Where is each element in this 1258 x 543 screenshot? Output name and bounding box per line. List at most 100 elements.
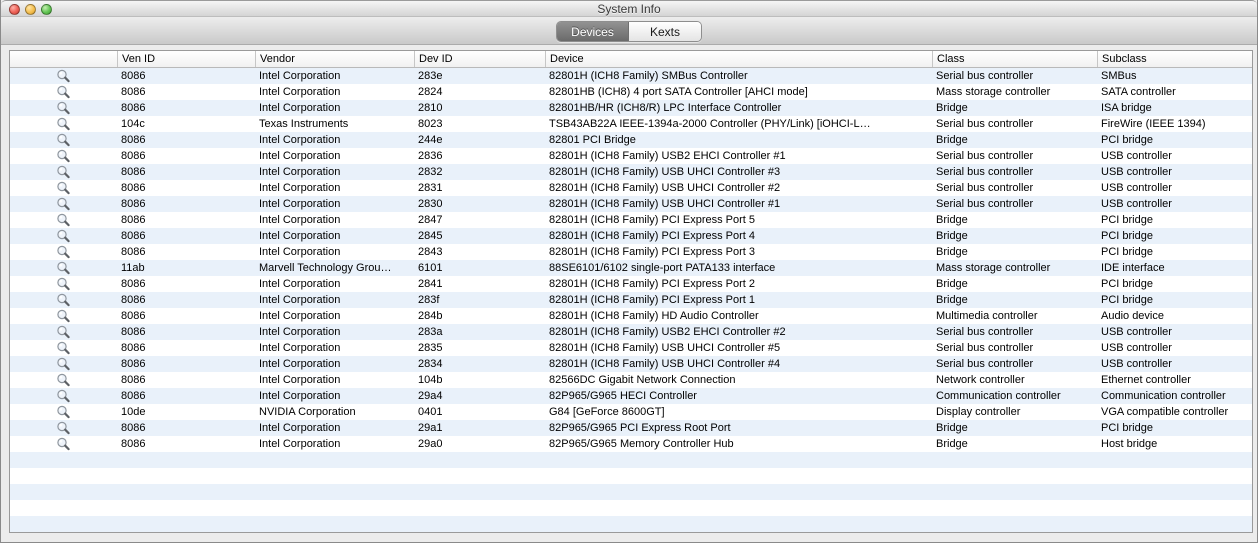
cell-subclass: VGA compatible controller: [1101, 406, 1229, 418]
magnifier-icon[interactable]: [56, 357, 71, 371]
magnifier-icon[interactable]: [56, 133, 71, 147]
cell-device: 82801H (ICH8 Family) PCI Express Port 3: [549, 246, 756, 258]
table-row[interactable]: 8086 Intel Corporation 29a4 82P965/G965 …: [10, 388, 1252, 404]
cell-vendor: NVIDIA Corporation: [259, 406, 356, 418]
cell-vendor: Intel Corporation: [259, 198, 341, 210]
magnifier-icon[interactable]: [56, 309, 71, 323]
column-header-dev-id[interactable]: Dev ID: [414, 51, 545, 67]
magnifier-icon[interactable]: [56, 405, 71, 419]
row-detail-cell: [10, 356, 117, 372]
cell-device: 82801H (ICH8 Family) USB UHCI Controller…: [549, 182, 781, 194]
magnifier-icon[interactable]: [56, 421, 71, 435]
cell-class: Serial bus controller: [936, 166, 1034, 178]
title-bar[interactable]: System Info: [1, 0, 1257, 17]
magnifier-icon[interactable]: [56, 69, 71, 83]
cell-vendor: Intel Corporation: [259, 166, 341, 178]
table-row[interactable]: 8086 Intel Corporation 2830 82801H (ICH8…: [10, 196, 1252, 212]
column-header-icon[interactable]: [10, 51, 117, 67]
magnifier-icon[interactable]: [56, 245, 71, 259]
cell-device: 82801H (ICH8 Family) HD Audio Controller: [549, 310, 759, 322]
table-row[interactable]: 8086 Intel Corporation 283a 82801H (ICH8…: [10, 324, 1252, 340]
cell-subclass: Host bridge: [1101, 438, 1158, 450]
table-row[interactable]: 104c Texas Instruments 8023 TSB43AB22A I…: [10, 116, 1252, 132]
cell-class: Bridge: [936, 294, 968, 306]
cell-subclass: USB controller: [1101, 326, 1172, 338]
table-row[interactable]: 8086 Intel Corporation 2831 82801H (ICH8…: [10, 180, 1252, 196]
table-row[interactable]: 8086 Intel Corporation 283f 82801H (ICH8…: [10, 292, 1252, 308]
magnifier-icon[interactable]: [56, 117, 71, 131]
cell-class: Serial bus controller: [936, 150, 1034, 162]
cell-subclass: PCI bridge: [1101, 278, 1153, 290]
magnifier-icon[interactable]: [56, 213, 71, 227]
column-header-class[interactable]: Class: [932, 51, 1097, 67]
table-header: Ven ID Vendor Dev ID Device Class Subcla…: [10, 51, 1252, 68]
column-header-vendor[interactable]: Vendor: [255, 51, 414, 67]
cell-vendor: Marvell Technology Grou…: [259, 262, 392, 274]
table-row[interactable]: 8086 Intel Corporation 29a1 82P965/G965 …: [10, 420, 1252, 436]
magnifier-icon[interactable]: [56, 437, 71, 451]
magnifier-icon[interactable]: [56, 197, 71, 211]
table-row[interactable]: 8086 Intel Corporation 29a0 82P965/G965 …: [10, 436, 1252, 452]
magnifier-icon[interactable]: [56, 181, 71, 195]
table-row[interactable]: 8086 Intel Corporation 244e 82801 PCI Br…: [10, 132, 1252, 148]
column-header-subclass[interactable]: Subclass: [1097, 51, 1252, 67]
table-row[interactable]: 8086 Intel Corporation 2843 82801H (ICH8…: [10, 244, 1252, 260]
cell-device: 88SE6101/6102 single-port PATA133 interf…: [549, 262, 776, 274]
cell-ven-id: 8086: [121, 86, 146, 98]
table-row[interactable]: 8086 Intel Corporation 2810 82801HB/HR (…: [10, 100, 1252, 116]
magnifier-icon[interactable]: [56, 261, 71, 275]
magnifier-icon[interactable]: [56, 341, 71, 355]
magnifier-icon[interactable]: [56, 101, 71, 115]
cell-ven-id: 8086: [121, 374, 146, 386]
table-row[interactable]: 8086 Intel Corporation 104b 82566DC Giga…: [10, 372, 1252, 388]
tab-kexts[interactable]: Kexts: [629, 22, 701, 41]
cell-subclass: USB controller: [1101, 166, 1172, 178]
magnifier-icon[interactable]: [56, 277, 71, 291]
table-row[interactable]: 8086 Intel Corporation 2847 82801H (ICH8…: [10, 212, 1252, 228]
table-row[interactable]: 11ab Marvell Technology Grou… 6101 88SE6…: [10, 260, 1252, 276]
table-row[interactable]: 8086 Intel Corporation 2835 82801H (ICH8…: [10, 340, 1252, 356]
cell-vendor: Intel Corporation: [259, 422, 341, 434]
cell-ven-id: 8086: [121, 150, 146, 162]
cell-device: 82801HB/HR (ICH8/R) LPC Interface Contro…: [549, 102, 782, 114]
magnifier-icon[interactable]: [56, 389, 71, 403]
table-body[interactable]: 8086 Intel Corporation 283e 82801H (ICH8…: [10, 68, 1252, 532]
cell-vendor: Intel Corporation: [259, 438, 341, 450]
cell-vendor: Intel Corporation: [259, 150, 341, 162]
column-header-device[interactable]: Device: [545, 51, 932, 67]
table-row[interactable]: 8086 Intel Corporation 2834 82801H (ICH8…: [10, 356, 1252, 372]
magnifier-icon[interactable]: [56, 325, 71, 339]
table-row[interactable]: 10de NVIDIA Corporation 0401 G84 [GeForc…: [10, 404, 1252, 420]
magnifier-icon[interactable]: [56, 165, 71, 179]
system-info-window: System Info Devices Kexts Ven ID Vendor …: [0, 0, 1258, 543]
row-detail-cell: [10, 436, 117, 452]
cell-class: Serial bus controller: [936, 182, 1034, 194]
cell-vendor: Intel Corporation: [259, 342, 341, 354]
table-row[interactable]: 8086 Intel Corporation 284b 82801H (ICH8…: [10, 308, 1252, 324]
cell-dev-id: 6101: [418, 262, 443, 274]
magnifier-icon[interactable]: [56, 293, 71, 307]
toolbar: Devices Kexts: [1, 17, 1257, 45]
magnifier-icon[interactable]: [56, 85, 71, 99]
cell-subclass: SATA controller: [1101, 86, 1176, 98]
table-row[interactable]: 8086 Intel Corporation 2841 82801H (ICH8…: [10, 276, 1252, 292]
cell-ven-id: 8086: [121, 182, 146, 194]
row-detail-cell: [10, 404, 117, 420]
table-row[interactable]: 8086 Intel Corporation 2824 82801HB (ICH…: [10, 84, 1252, 100]
table-row[interactable]: 8086 Intel Corporation 283e 82801H (ICH8…: [10, 68, 1252, 84]
table-row[interactable]: 8086 Intel Corporation 2836 82801H (ICH8…: [10, 148, 1252, 164]
row-detail-cell: [10, 164, 117, 180]
cell-subclass: Ethernet controller: [1101, 374, 1191, 386]
cell-device: 82801H (ICH8 Family) USB UHCI Controller…: [549, 342, 781, 354]
cell-dev-id: 2830: [418, 198, 443, 210]
magnifier-icon[interactable]: [56, 373, 71, 387]
row-detail-cell: [10, 324, 117, 340]
magnifier-icon[interactable]: [56, 149, 71, 163]
column-header-ven-id[interactable]: Ven ID: [117, 51, 255, 67]
tab-devices[interactable]: Devices: [557, 22, 629, 41]
cell-class: Bridge: [936, 214, 968, 226]
table-row[interactable]: 8086 Intel Corporation 2845 82801H (ICH8…: [10, 228, 1252, 244]
table-row[interactable]: 8086 Intel Corporation 2832 82801H (ICH8…: [10, 164, 1252, 180]
magnifier-icon[interactable]: [56, 229, 71, 243]
cell-dev-id: 2834: [418, 358, 443, 370]
